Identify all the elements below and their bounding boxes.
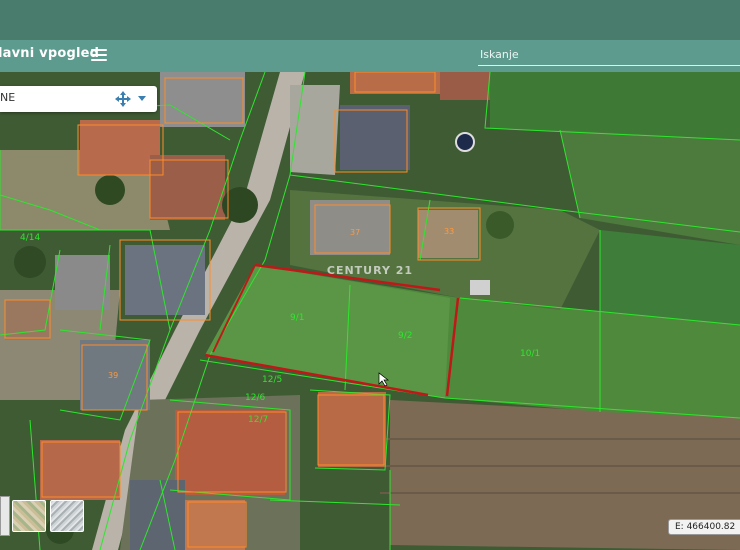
building-roof [350,72,440,94]
app-title: lavni vpogled [0,46,100,61]
basemap-grey[interactable] [50,500,84,532]
building-roof [160,72,245,127]
building-label: 37 [350,228,360,237]
layer-selector[interactable]: NE [0,86,157,112]
parcel-label: 12/7 [248,415,268,425]
solar-roof [340,105,410,170]
parcel-label: 4/14 [20,233,40,243]
parking-lot [290,85,340,175]
layer-label: NE [0,91,16,104]
furrow [380,465,740,467]
basemap-panel-edge [0,496,10,536]
building-roof [440,72,490,100]
watermark: CENTURY 21 [327,264,413,277]
building-roof [80,120,160,175]
building-label: 39 [108,371,118,380]
building-roof [318,392,386,467]
basemap-switcher [0,496,86,536]
building-roof [175,410,285,495]
move-icon[interactable] [115,91,131,107]
parcel-label: 12/6 [245,393,265,403]
parcel-label: 12/5 [262,375,282,385]
furrow [380,438,740,440]
parcel-label: 9/2 [398,331,412,341]
building-roof [185,500,245,550]
tree [95,175,125,205]
building-roof [150,155,225,220]
map-view[interactable]: 9/1 9/2 10/1 4/14 12/6 12/7 12/5 39 37 3… [0,72,740,550]
pool [455,132,475,152]
menu-icon[interactable] [91,47,107,61]
basemap-topographic[interactable] [12,500,46,532]
shed-roof [470,280,490,295]
top-header-bar [0,0,740,40]
coordinate-readout: E: 466400.82 [668,519,740,535]
building-label: 33 [444,227,454,236]
building-roof [40,440,120,500]
parcel-label: 9/1 [290,313,304,323]
tree [14,246,46,278]
chevron-down-icon[interactable] [138,96,146,102]
furrow [380,492,740,494]
tree [486,211,514,239]
parcel-label: 10/1 [520,349,540,359]
search-input[interactable] [478,43,740,66]
building-roof [55,255,110,310]
